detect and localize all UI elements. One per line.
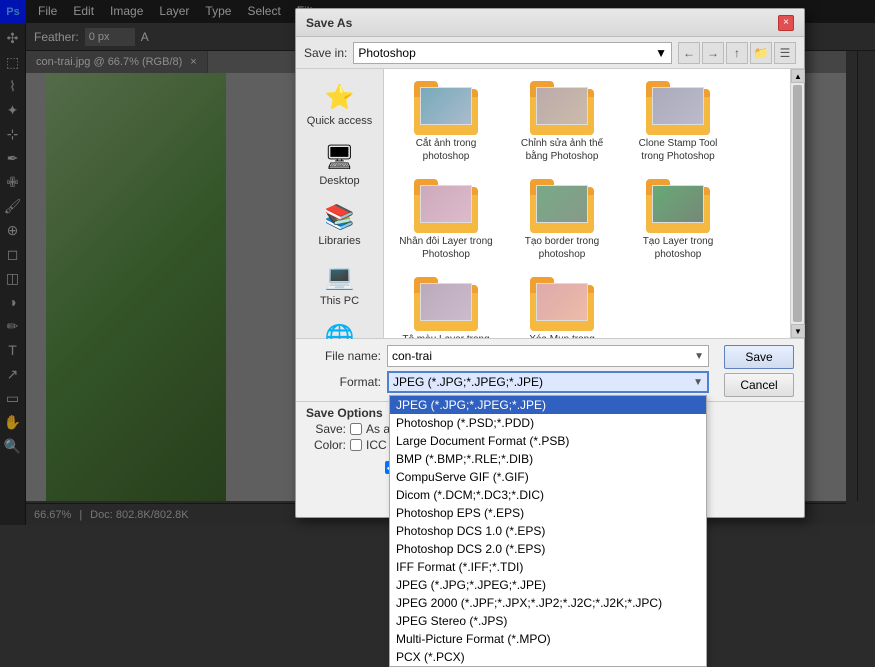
format-selected-value: JPEG (*.JPG;*.JPEG;*.JPE): [393, 375, 543, 389]
save-in-label: Save in:: [304, 46, 347, 60]
file-name-input-wrapper[interactable]: ▼: [387, 345, 709, 367]
format-option-psd[interactable]: Photoshop (*.PSD;*.PDD): [390, 414, 706, 432]
color-row-label: Color:: [306, 438, 346, 452]
format-option-dcs2[interactable]: Photoshop DCS 2.0 (*.EPS): [390, 540, 706, 558]
format-option-pcx[interactable]: PCX (*.PCX): [390, 648, 706, 666]
nav-desktop[interactable]: 🖥 Desktop: [300, 137, 380, 193]
save-in-bar: Save in: Photoshop ▼ ← → ↑ 📁 ☰: [296, 37, 804, 69]
folder-item-1[interactable]: Chỉnh sửa ảnh thế bằng Photoshop: [508, 77, 616, 167]
format-option-iff[interactable]: IFF Format (*.IFF;*.TDI): [390, 558, 706, 576]
format-dropdown[interactable]: JPEG (*.JPG;*.JPEG;*.JPE) ▼ JPEG (*.JPG;…: [387, 371, 709, 393]
scroll-down-button[interactable]: ▼: [791, 324, 805, 338]
desktop-icon: 🖥: [324, 143, 354, 172]
quick-access-icon: ⭐: [325, 83, 355, 112]
save-as-dialog: Save As × Save in: Photoshop ▼ ← → ↑ 📁 ☰: [295, 8, 805, 518]
nav-up-button[interactable]: ↑: [726, 42, 748, 64]
folder-item-7[interactable]: Xóa Mụn trong Photoshop: [508, 273, 616, 338]
format-option-jpeg2000[interactable]: JPEG 2000 (*.JPF;*.JPX;*.JP2;*.J2C;*.J2K…: [390, 594, 706, 612]
scroll-thumb[interactable]: [793, 85, 802, 322]
folder-icon-5: [646, 179, 710, 233]
save-in-dropdown[interactable]: Photoshop ▼: [353, 42, 672, 64]
folder-item-0[interactable]: Cắt ảnh trong photoshop: [392, 77, 500, 167]
dialog-body: ⭐ Quick access 🖥 Desktop 📚 Libraries 💻 T…: [296, 69, 804, 339]
nav-quick-access-label: Quick access: [307, 115, 372, 127]
nav-quick-access[interactable]: ⭐ Quick access: [300, 77, 380, 133]
dialog-overlay: Save As × Save in: Photoshop ▼ ← → ↑ 📁 ☰: [0, 0, 875, 525]
folder-icon-3: [414, 179, 478, 233]
folder-name-6: Tô màu Layer trong Photoshop: [396, 333, 496, 338]
format-option-bmp[interactable]: BMP (*.BMP;*.RLE;*.DIB): [390, 450, 706, 468]
format-option-jpeg2[interactable]: JPEG (*.JPG;*.JPEG;*.JPE): [390, 576, 706, 594]
folder-item-5[interactable]: Tạo Layer trong photoshop: [624, 175, 732, 265]
nav-desktop-label: Desktop: [319, 175, 359, 187]
nav-back-button[interactable]: ←: [678, 42, 700, 64]
folder-item-4[interactable]: Tạo border trong photoshop: [508, 175, 616, 265]
file-name-label: File name:: [306, 349, 381, 363]
scroll-up-button[interactable]: ▲: [791, 69, 805, 83]
as-copy-checkbox[interactable]: [350, 423, 362, 435]
format-option-gif[interactable]: CompuServe GIF (*.GIF): [390, 468, 706, 486]
folder-name-3: Nhân đôi Layer trong Photoshop: [396, 235, 496, 261]
nav-panel: ⭐ Quick access 🖥 Desktop 📚 Libraries 💻 T…: [296, 69, 384, 338]
folder-icon-0: [414, 81, 478, 135]
dialog-bottom-form: Save Cancel File name: ▼ Format: JPEG (*…: [296, 339, 804, 402]
folder-icon-4: [530, 179, 594, 233]
folder-icon-7: [530, 277, 594, 331]
folder-item-6[interactable]: Tô màu Layer trong Photoshop: [392, 273, 500, 338]
file-name-dropdown-icon: ▼: [694, 351, 704, 362]
format-option-psb[interactable]: Large Document Format (*.PSB): [390, 432, 706, 450]
save-button[interactable]: Save: [724, 345, 794, 369]
format-option-jpeg-stereo[interactable]: JPEG Stereo (*.JPS): [390, 612, 706, 630]
file-name-input[interactable]: [392, 349, 694, 363]
folder-name-7: Xóa Mụn trong Photoshop: [512, 333, 612, 338]
views-button[interactable]: ☰: [774, 42, 796, 64]
folder-icon-1: [530, 81, 594, 135]
save-in-value: Photoshop: [358, 46, 415, 60]
folder-item-2[interactable]: Clone Stamp Tool trong Photoshop: [624, 77, 732, 167]
folder-name-0: Cắt ảnh trong photoshop: [396, 137, 496, 163]
format-option-dicom[interactable]: Dicom (*.DCM;*.DC3;*.DIC): [390, 486, 706, 504]
folder-name-4: Tạo border trong photoshop: [512, 235, 612, 261]
dialog-title: Save As: [306, 16, 352, 30]
format-list: JPEG (*.JPG;*.JPEG;*.JPE) Photoshop (*.P…: [389, 395, 707, 667]
toolbar-icons: ← → ↑ 📁 ☰: [678, 42, 796, 64]
nav-libraries-label: Libraries: [318, 235, 360, 247]
nav-this-pc-label: This PC: [320, 295, 359, 307]
file-area-scrollbar[interactable]: ▲ ▼: [790, 69, 804, 338]
nav-libraries[interactable]: 📚 Libraries: [300, 197, 380, 253]
dialog-titlebar: Save As ×: [296, 9, 804, 37]
folder-icon-2: [646, 81, 710, 135]
file-area: Cắt ảnh trong photoshop Chỉnh sửa ảnh th…: [384, 69, 790, 338]
nav-this-pc[interactable]: 💻 This PC: [300, 257, 380, 313]
color-checkbox[interactable]: [350, 439, 362, 451]
format-row: Format: JPEG (*.JPG;*.JPEG;*.JPE) ▼ JPEG…: [306, 371, 794, 393]
save-row-label: Save:: [306, 422, 346, 436]
format-option-jpeg[interactable]: JPEG (*.JPG;*.JPEG;*.JPE): [390, 396, 706, 414]
libraries-icon: 📚: [325, 203, 355, 232]
format-arrow-icon: ▼: [693, 377, 703, 388]
folder-name-5: Tạo Layer trong photoshop: [628, 235, 728, 261]
folder-name-1: Chỉnh sửa ảnh thế bằng Photoshop: [512, 137, 612, 163]
format-option-mpo[interactable]: Multi-Picture Format (*.MPO): [390, 630, 706, 648]
save-in-arrow-icon: ▼: [655, 46, 667, 60]
nav-forward-button[interactable]: →: [702, 42, 724, 64]
folder-name-2: Clone Stamp Tool trong Photoshop: [628, 137, 728, 163]
format-label: Format:: [306, 375, 381, 389]
folder-icon-6: [414, 277, 478, 331]
this-pc-icon: 💻: [325, 263, 355, 292]
folder-item-3[interactable]: Nhân đôi Layer trong Photoshop: [392, 175, 500, 265]
new-folder-button[interactable]: 📁: [750, 42, 772, 64]
format-option-eps[interactable]: Photoshop EPS (*.EPS): [390, 504, 706, 522]
file-name-row: File name: ▼: [306, 345, 794, 367]
dialog-close-button[interactable]: ×: [778, 15, 794, 31]
